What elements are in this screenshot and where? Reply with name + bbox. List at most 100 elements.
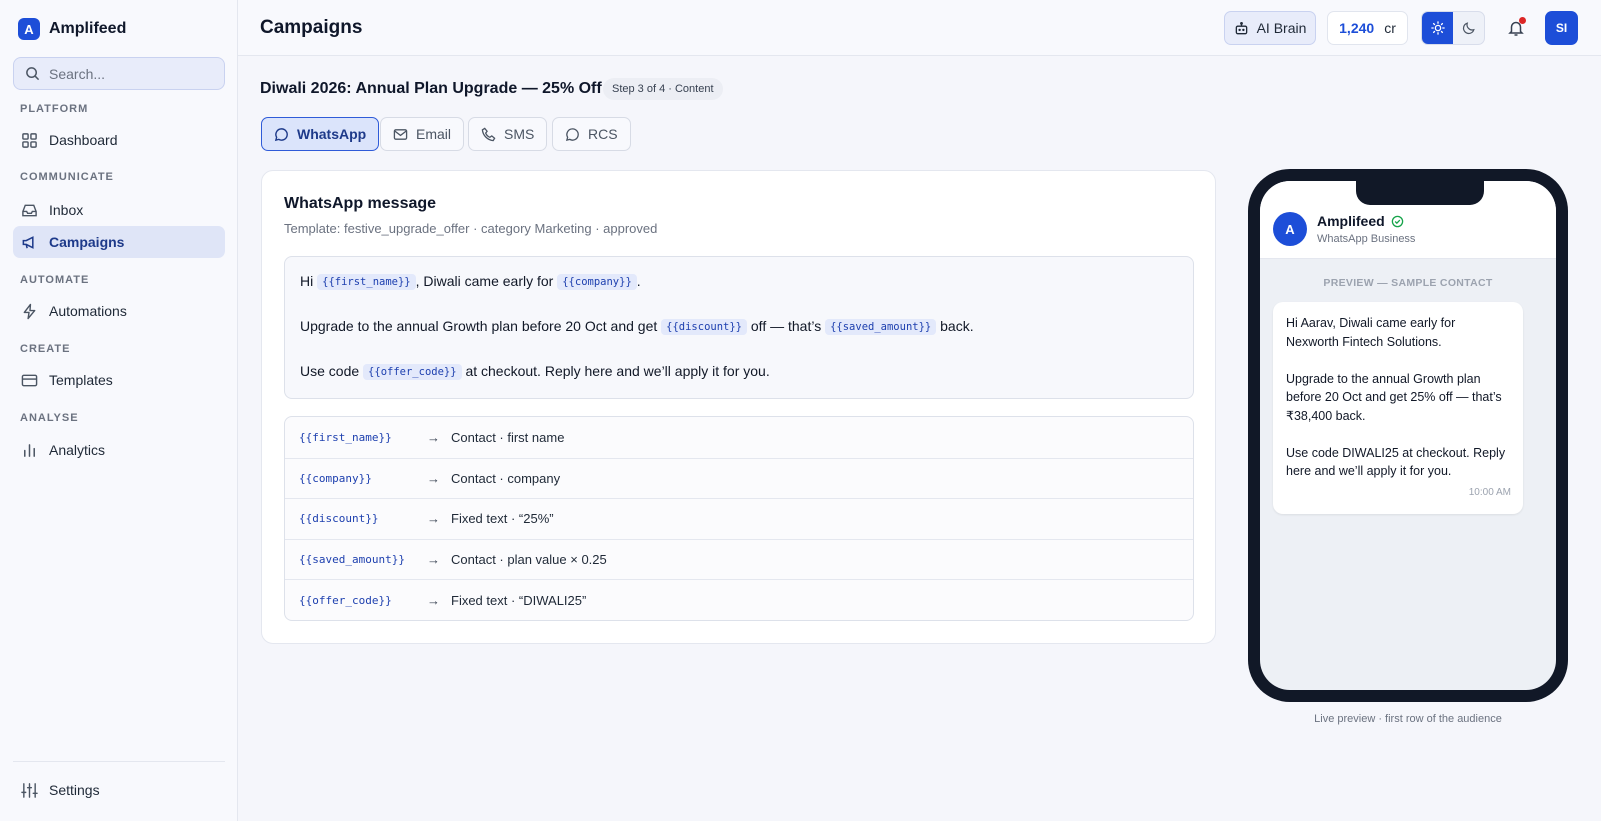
message-text: at checkout. Reply here and we’ll apply … [465,363,770,379]
tab-sms[interactable]: SMS [468,117,548,151]
mail-icon [393,128,408,140]
verified-icon [1391,215,1403,227]
ai-brain-button[interactable]: AI Brain [1224,11,1316,45]
sidebar-item-label: Automations [49,303,127,319]
sidebar-item-automations[interactable]: Automations [13,295,225,327]
arrow: → [427,592,440,608]
grid-icon [22,132,37,148]
message-body[interactable]: Hi {{first_name}}, Diwali came early for… [284,256,1194,399]
arrow: → [427,470,440,486]
nav-section-platform: PLATFORM [20,103,89,115]
variable-mapping: Fixed text · “DIWALI25” [451,592,587,608]
message-text: back. [940,318,974,334]
bubble-paragraph: Hi Aarav, Diwali came early for Nexworth… [1286,316,1456,349]
sidebar-item-label: Analytics [49,442,106,458]
tab-label: Email [416,126,452,142]
card-title: WhatsApp message [284,195,437,212]
sender-subtitle: WhatsApp Business [1317,233,1416,245]
message-line: Hi {{first_name}}, Diwali came early for… [300,273,641,290]
arrow: → [427,429,440,445]
sidebar-item-settings[interactable]: Settings [13,774,225,806]
ai-brain-label: AI Brain [1256,20,1307,36]
sliders-icon [21,782,38,798]
variable-mapping: Contact · plan value × 0.25 [451,552,607,568]
avatar[interactable]: SI [1545,11,1578,45]
variable-name: {{saved_amount}} [299,553,405,567]
topbar: Campaigns AI Brain 1,240 cr SI [238,0,1601,56]
sidebar-item-campaigns[interactable]: Campaigns [13,226,225,258]
variable-mapping-table: {{first_name}} → Contact · first name {{… [284,416,1194,621]
page-title: Campaigns [260,17,363,38]
table-row[interactable]: {{offer_code}} → Fixed text · “DIWALI25” [285,579,1193,620]
sidebar: A Amplifeed PLATFORM Dashboard COMMUNICA… [0,0,238,821]
nav-section-analyse: ANALYSE [20,412,79,424]
tab-label: SMS [504,126,535,142]
phone-screen: A Amplifeed WhatsApp Business PREVIEW — … [1260,181,1556,690]
credits-value: 1,240 [1339,20,1375,36]
light-mode-button[interactable] [1422,12,1453,44]
sidebar-item-templates[interactable]: Templates [13,364,225,396]
template-meta: Template: festive_upgrade_offer · catego… [284,221,658,236]
phone-icon [481,127,496,141]
search-box[interactable] [13,57,225,90]
arrow: → [427,511,440,527]
preview-label: PREVIEW — SAMPLE CONTACT [1323,277,1493,289]
variable-chip[interactable]: {{offer_code}} [363,364,462,380]
preview-caption: Live preview · first row of the audience [1314,713,1502,725]
table-row[interactable]: {{discount}} → Fixed text · “25%” [285,498,1193,539]
search-icon [26,67,40,81]
variable-chip[interactable]: {{first_name}} [317,274,416,290]
sender-name: Amplifeed [1317,213,1385,229]
sidebar-item-analytics[interactable]: Analytics [13,434,225,466]
message-time: 10:00 AM [1468,486,1511,498]
message-text: , Diwali came early for [415,273,554,289]
dark-mode-button[interactable] [1453,12,1484,44]
card-icon [21,374,38,386]
credits-unit: cr [1384,20,1396,36]
credits-badge[interactable]: 1,240 cr [1327,11,1408,45]
message-text: . [636,273,641,289]
arrow: → [427,552,440,568]
phone-preview: A Amplifeed WhatsApp Business PREVIEW — … [1248,169,1568,702]
table-row[interactable]: {{first_name}} → Contact · first name [285,417,1193,458]
sender-avatar: A [1273,212,1307,246]
lightning-icon [23,303,36,319]
brand-logo: A [18,18,40,40]
sidebar-item-inbox[interactable]: Inbox [13,194,225,226]
notifications-button[interactable] [1504,16,1528,40]
sidebar-item-label: Templates [49,372,113,388]
message-text: off — that’s [750,318,822,334]
theme-toggle[interactable] [1421,11,1485,45]
step-badge: Step 3 of 4 · Content [603,78,723,100]
message-bubble: Hi Aarav, Diwali came early for Nexworth… [1273,302,1523,514]
campaign-title: Diwali 2026: Annual Plan Upgrade — 25% O… [260,80,602,97]
tab-email[interactable]: Email [380,117,465,151]
sun-icon [1430,21,1445,35]
nav-section-create: CREATE [20,343,71,355]
moon-icon [1462,22,1475,35]
tab-label: WhatsApp [297,126,367,142]
tab-label: RCS [588,126,618,142]
variable-chip[interactable]: {{saved_amount}} [825,319,937,335]
sidebar-item-label: Campaigns [49,234,125,250]
message-line: Upgrade to the annual Growth plan before… [300,318,974,335]
variable-mapping: Contact · company [451,470,561,486]
sender-name-row: Amplifeed [1317,213,1404,229]
tab-rcs[interactable]: RCS [552,117,631,151]
variable-name: {{discount}} [299,512,379,526]
variable-name: {{company}} [299,471,372,485]
brand[interactable]: A Amplifeed [18,18,126,40]
search-input[interactable] [49,65,209,82]
brand-name: Amplifeed [49,20,127,37]
table-row[interactable]: {{saved_amount}} → Contact · plan value … [285,538,1193,580]
variable-chip[interactable]: {{discount}} [661,319,747,335]
megaphone-icon [22,235,34,249]
variable-chip[interactable]: {{company}} [557,274,637,290]
tab-whatsapp[interactable]: WhatsApp [261,117,380,151]
chat-bubble-icon [565,127,579,141]
sidebar-item-dashboard[interactable]: Dashboard [13,124,225,156]
table-row[interactable]: {{company}} → Contact · company [285,457,1193,499]
variable-name: {{first_name}} [299,430,392,444]
message-text: Upgrade to the annual Growth plan before… [300,318,658,334]
chat-bubble-icon [274,127,288,141]
